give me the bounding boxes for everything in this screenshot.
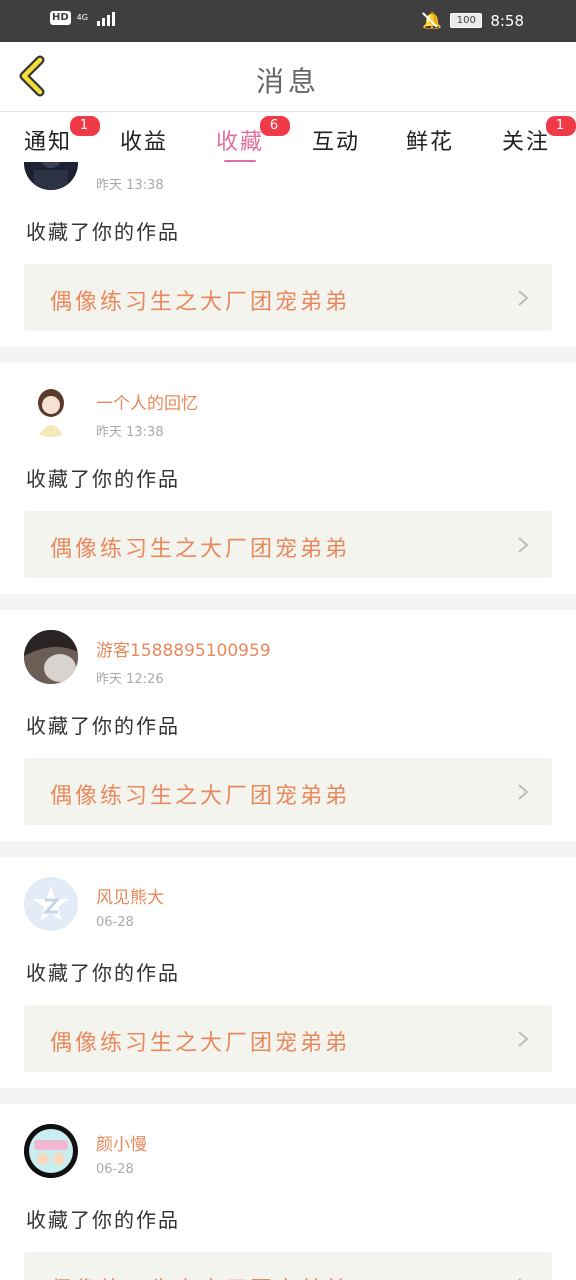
action-text: 收藏了你的作品 <box>26 220 180 244</box>
username[interactable]: 游客1588895100959 <box>96 636 271 661</box>
avatar[interactable] <box>24 630 78 684</box>
tab-favorites[interactable]: 收藏 6 <box>216 116 290 156</box>
timestamp: 昨天 13:38 <box>96 178 164 193</box>
status-right: 🔔 100 8:58 <box>422 11 524 30</box>
separator <box>0 1088 576 1104</box>
message-card: 颜小慢 06-28 收藏了你的作品 偶像练习生之大厂团宠弟弟 <box>0 1104 576 1280</box>
clock: 8:58 <box>490 11 524 30</box>
tab-follow[interactable]: 关注 1 <box>502 116 576 156</box>
page-title: 消息 <box>255 65 320 98</box>
tab-label: 鲜花 <box>406 130 455 155</box>
work-link[interactable]: 偶像练习生之大厂团宠弟弟 <box>24 511 552 578</box>
tab-badge: 6 <box>260 116 290 136</box>
work-title: 偶像练习生之大厂团宠弟弟 <box>50 290 351 315</box>
tab-badge: 1 <box>70 116 100 136</box>
tab-label: 通知 <box>24 130 73 155</box>
message-card: 风见熊大 06-28 收藏了你的作品 偶像练习生之大厂团宠弟弟 <box>0 857 576 1088</box>
tab-flowers[interactable]: 鲜花 <box>406 124 454 156</box>
separator <box>0 594 576 610</box>
tab-label: 收益 <box>120 130 169 155</box>
chevron-right-icon <box>518 1031 529 1047</box>
message-list[interactable]: 昨天 13:38 收藏了你的作品 偶像练习生之大厂团宠弟弟 一个人的回忆 昨天 … <box>0 162 576 1280</box>
work-link[interactable]: 偶像练习生之大厂团宠弟弟 <box>24 758 552 825</box>
tab-label: 关注 <box>502 130 551 155</box>
status-left: HD 4G <box>50 10 115 26</box>
chevron-right-icon <box>518 537 529 553</box>
action-text: 收藏了你的作品 <box>26 961 180 985</box>
tab-label: 互动 <box>312 130 361 155</box>
message-card: 游客1588895100959 昨天 12:26 收藏了你的作品 偶像练习生之大… <box>0 610 576 841</box>
chevron-right-icon <box>518 290 529 306</box>
timestamp: 昨天 13:38 <box>96 425 164 440</box>
work-link[interactable]: 偶像练习生之大厂团宠弟弟 <box>24 1252 552 1280</box>
timestamp: 06-28 <box>96 1162 134 1177</box>
chevron-right-icon <box>518 1278 522 1280</box>
avatar[interactable] <box>24 1124 78 1178</box>
tab-earnings[interactable]: 收益 <box>120 124 168 156</box>
action-text: 收藏了你的作品 <box>26 1208 180 1232</box>
timestamp: 06-28 <box>96 915 134 930</box>
avatar[interactable] <box>24 877 78 931</box>
username[interactable]: 一个人的回忆 <box>96 389 198 414</box>
username[interactable]: 颜小慢 <box>96 1130 147 1155</box>
top-bar: 消息 <box>0 42 576 112</box>
work-title: 偶像练习生之大厂团宠弟弟 <box>50 1031 351 1056</box>
work-link[interactable]: 偶像练习生之大厂团宠弟弟 <box>24 1005 552 1072</box>
work-title: 偶像练习生之大厂团宠弟弟 <box>50 784 351 809</box>
work-title: 偶像练习生之大厂团宠弟弟 <box>50 537 351 562</box>
tab-label: 收藏 <box>216 130 265 155</box>
message-card: 昨天 13:38 收藏了你的作品 偶像练习生之大厂团宠弟弟 <box>0 162 576 347</box>
tab-interaction[interactable]: 互动 <box>312 124 360 156</box>
username[interactable]: 风见熊大 <box>96 883 164 908</box>
mute-bell-icon: 🔔 <box>422 11 443 30</box>
chevron-right-icon <box>518 784 529 800</box>
tab-bar: 通知 1 收益 收藏 6 互动 鲜花 关注 1 <box>0 112 576 163</box>
avatar[interactable] <box>24 383 78 437</box>
signal-icon <box>96 10 115 26</box>
hd-indicator: HD <box>50 11 71 25</box>
network-type: 4G <box>76 13 88 22</box>
action-text: 收藏了你的作品 <box>26 467 180 491</box>
message-card: 一个人的回忆 昨天 13:38 收藏了你的作品 偶像练习生之大厂团宠弟弟 <box>0 363 576 594</box>
battery-icon: 100 <box>450 13 483 28</box>
tab-notice[interactable]: 通知 1 <box>24 116 100 156</box>
separator <box>0 841 576 857</box>
status-bar: HD 4G 🔔 100 8:58 <box>0 0 576 42</box>
work-title: 偶像练习生之大厂团宠弟弟 <box>50 1272 350 1280</box>
work-link[interactable]: 偶像练习生之大厂团宠弟弟 <box>24 264 552 331</box>
separator <box>0 347 576 363</box>
timestamp: 昨天 12:26 <box>96 672 164 687</box>
avatar[interactable] <box>24 162 78 190</box>
tab-badge: 1 <box>546 116 576 136</box>
action-text: 收藏了你的作品 <box>26 714 180 738</box>
